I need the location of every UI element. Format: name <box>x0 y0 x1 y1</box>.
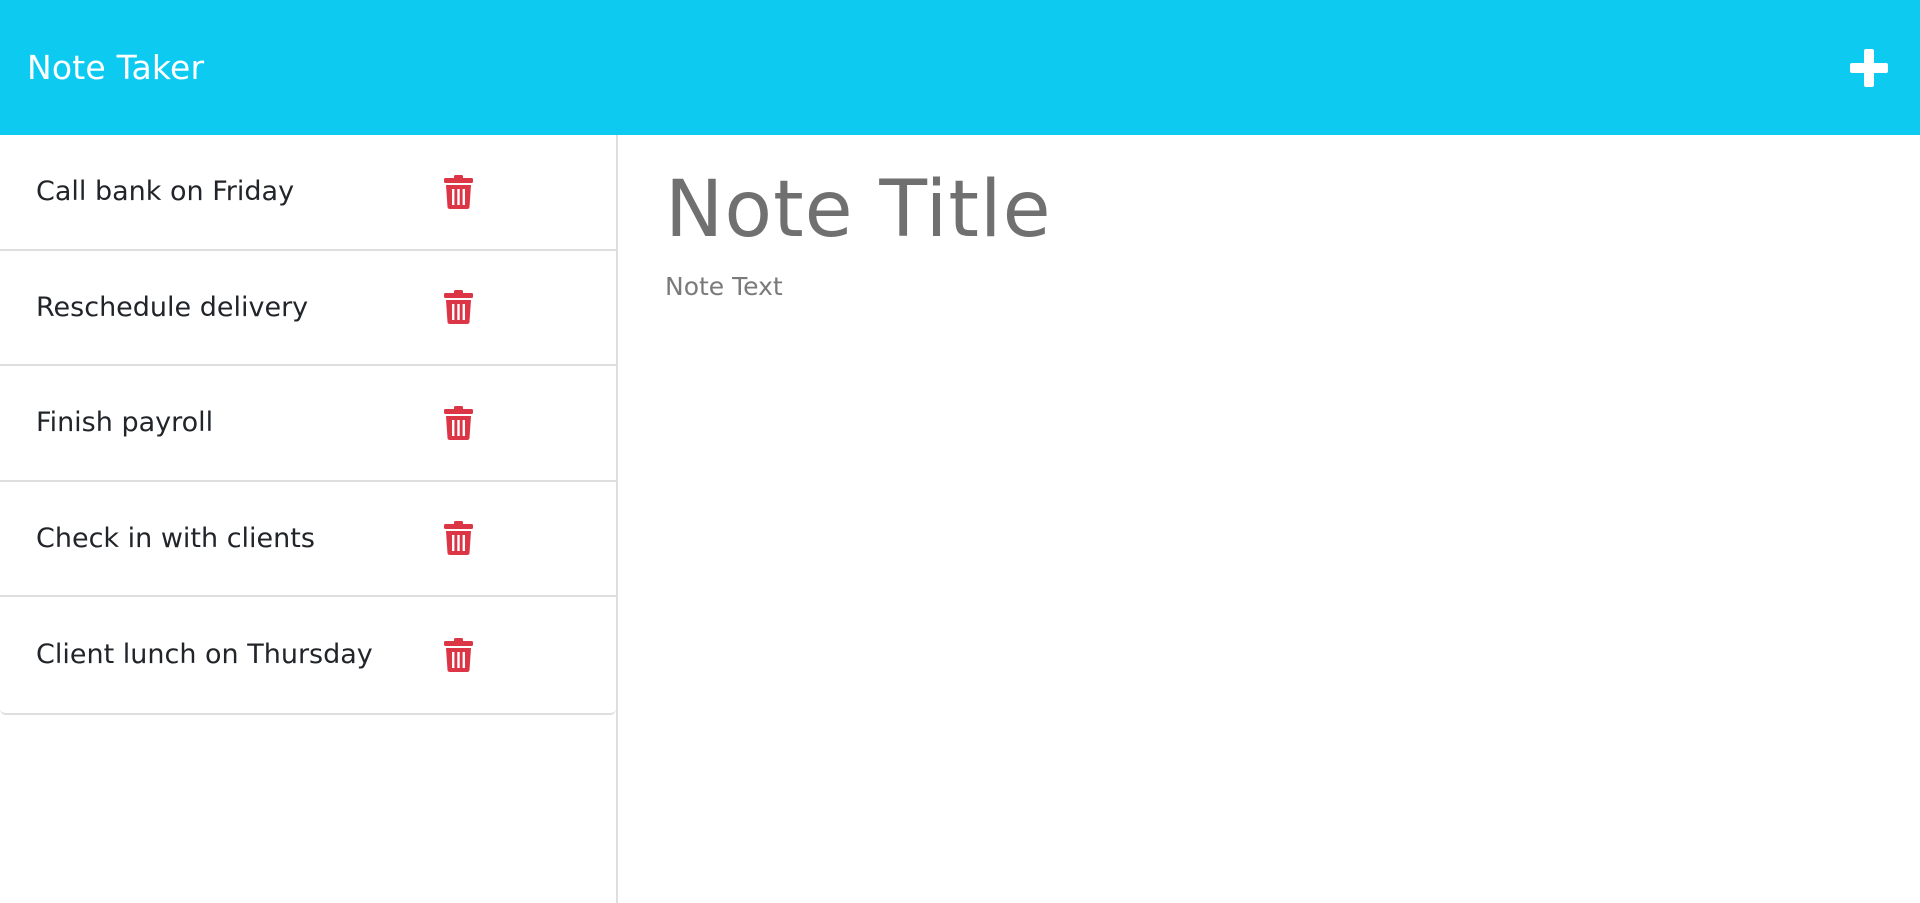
trash-icon[interactable] <box>444 521 473 556</box>
list-item[interactable]: Check in with clients <box>0 482 616 597</box>
trash-icon[interactable] <box>444 405 473 440</box>
note-text-input[interactable] <box>665 272 1865 772</box>
plus-icon <box>1850 48 1888 87</box>
note-item-title: Check in with clients <box>36 522 315 554</box>
notes-sidebar: Call bank on Friday Reschedule delivery <box>0 135 618 903</box>
note-editor <box>620 135 1920 903</box>
navbar: Note Taker <box>0 0 1920 135</box>
note-item-title: Reschedule delivery <box>36 291 309 323</box>
note-item-title: Finish payroll <box>36 407 214 439</box>
list-item[interactable]: Client lunch on Thursday <box>0 597 616 713</box>
note-item-title: Client lunch on Thursday <box>36 639 373 671</box>
new-note-button[interactable] <box>1847 46 1891 90</box>
list-item[interactable]: Reschedule delivery <box>0 251 616 366</box>
trash-icon[interactable] <box>444 637 473 672</box>
note-list: Call bank on Friday Reschedule delivery <box>0 135 616 715</box>
list-item[interactable]: Finish payroll <box>0 366 616 482</box>
trash-icon[interactable] <box>444 290 473 325</box>
note-title-input[interactable] <box>665 160 1865 260</box>
trash-icon[interactable] <box>444 174 473 209</box>
app-brand[interactable]: Note Taker <box>27 48 204 87</box>
note-item-title: Call bank on Friday <box>36 176 295 208</box>
list-item[interactable]: Call bank on Friday <box>0 135 616 251</box>
